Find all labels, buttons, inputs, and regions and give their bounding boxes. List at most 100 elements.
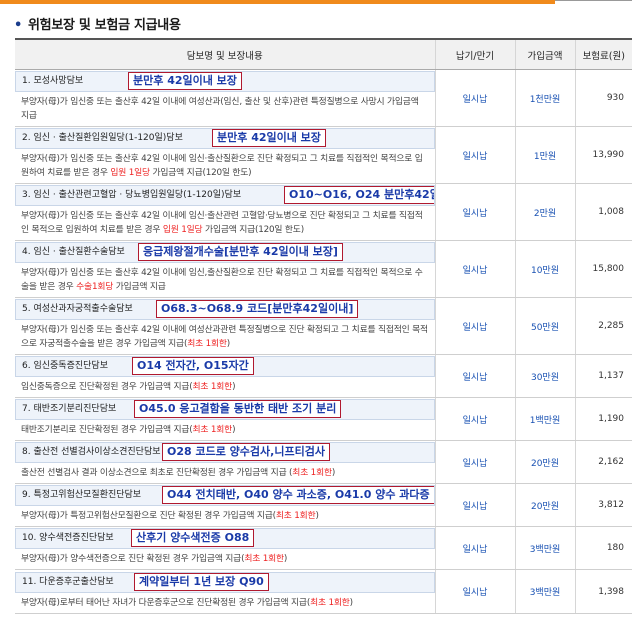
amount-cell: 1만원 <box>514 126 575 184</box>
coverage-name: 5. 여성산과자궁적출수술담보 O68.3~O68.9 코드[분만후42일이내] <box>15 299 435 320</box>
coverage-cell: 11. 다운증후군출산담보 계약일부터 1년 보장 Q90 부양자(母)로부터 태어… <box>15 569 435 614</box>
coverage-name: 2. 임신 · 출산질환입원일당(1-120일)담보 분만후 42일이내 보장 <box>15 128 435 149</box>
term-cell: 일시납 <box>434 569 515 614</box>
coverage-name: 10. 양수색전증진단담보 산후기 양수색전증 O88 <box>15 528 435 549</box>
coverage-cell: 6. 임신중독증진단담보 O14 전자간, O15자간 임신중독증으로 진단확정된 … <box>15 354 435 398</box>
coverage-description: 출산전 선별검사 결과 이상소견으로 최초로 진단확정된 경우 가입금액 지급 … <box>15 463 435 483</box>
coverage-name: 8. 출산전 선별검사이상소견진단담보 O28 코드로 양수검사,니프티검사 <box>15 442 435 463</box>
highlight-text: 최초 1회한 <box>244 554 284 564</box>
coverage-description: 부양자(母)가 특정고위험산모질환으로 진단 확정된 경우 가입금액 지급(최초… <box>15 506 435 526</box>
amount-cell: 10만원 <box>514 240 575 298</box>
coverage-note-overlay: O10~O16, O24 분만후42일이내 <box>284 186 434 204</box>
header-amount: 가입금액 <box>514 38 575 70</box>
highlight-text: 최초 1회한 <box>192 425 233 435</box>
table-row: 5. 여성산과자궁적출수술담보 O68.3~O68.9 코드[분만후42일이내] 부… <box>15 297 632 355</box>
coverage-name: 7. 태반조기분리진단담보 O45.0 응고결함을 동반한 태반 조기 분리 <box>15 399 435 420</box>
coverage-note-overlay: 응급제왕절개수술[분만후 42일이내 보장] <box>138 243 343 261</box>
coverage-name-text: 10. 양수색전증진단담보 <box>22 533 114 543</box>
amount-cell: 20만원 <box>514 440 575 484</box>
coverage-description: 부양자(母)가 양수색전증으로 진단 확정된 경우 가입금액 지급(최초 1회한… <box>15 549 435 569</box>
highlight-text: 최초 1회한 <box>192 382 233 392</box>
term-cell: 일시납 <box>434 354 515 398</box>
term-cell: 일시납 <box>434 183 515 241</box>
amount-cell: 20만원 <box>514 483 575 527</box>
coverage-cell: 3. 임신 · 출산관련고혈압 · 당뇨병입원일당(1-120일)담보 O10~O… <box>15 183 435 241</box>
amount-cell: 1백만원 <box>514 397 575 441</box>
premium-cell: 1,008 <box>574 183 632 241</box>
description-text: 부양자(母)가 양수색전증으로 진단 확정된 경우 가입금액 지급( <box>21 554 245 564</box>
premium-cell: 2,285 <box>574 297 632 355</box>
highlight-text: 입원 1일당 <box>162 225 203 235</box>
amount-cell: 30만원 <box>514 354 575 398</box>
description-text: ) <box>331 468 336 478</box>
coverage-name: 9. 특정고위험산모질환진단담보 O44 전치태반, O40 양수 과소증, O4… <box>15 485 435 506</box>
coverage-description: 부양자(母)가 임신중 또는 출산후 42일 이내에 임신·출산관련 고혈압·당… <box>15 206 435 240</box>
description-text: 가입금액 지급(120일 한도) <box>149 168 252 178</box>
section-title: • 위험보장 및 보험금 지급내용 <box>14 14 181 33</box>
highlight-text: 최초 1회한 <box>187 339 227 349</box>
premium-cell: 1,190 <box>574 397 632 441</box>
amount-cell: 50만원 <box>514 297 575 355</box>
coverage-cell: 1. 모성사망담보 분만후 42일이내 보장부양자(母)가 임신중 또는 출산후 … <box>15 69 435 127</box>
premium-cell: 3,812 <box>574 483 632 527</box>
coverage-name-text: 5. 여성산과자궁적출수술담보 <box>22 304 133 314</box>
coverage-description: 부양자(母)가 임신중 또는 출산후 42일 이내에 여성산과관련 특정질병으로… <box>15 320 435 354</box>
coverage-note-overlay: 산후기 양수색전증 O88 <box>131 529 255 547</box>
header-premium: 보험료(원) <box>574 38 632 70</box>
premium-cell: 2,162 <box>574 440 632 484</box>
term-cell: 일시납 <box>434 483 515 527</box>
coverage-name-text: 11. 다운증후군출산담보 <box>22 576 114 587</box>
table-row: 4. 임신 · 출산질환수술담보 응급제왕절개수술[분만후 42일이내 보장] 부양… <box>15 240 632 298</box>
top-accent-bar <box>0 0 632 4</box>
amount-cell: 2만원 <box>514 183 575 241</box>
table-row: 6. 임신중독증진단담보 O14 전자간, O15자간 임신중독증으로 진단확정된 … <box>15 354 632 398</box>
description-text: 부양자(母)가 특정고위험산모질환으로 진단 확정된 경우 가입금액 지급( <box>21 511 276 521</box>
premium-cell: 1,398 <box>574 569 632 614</box>
coverage-cell: 9. 특정고위험산모질환진단담보 O44 전치태반, O40 양수 과소증, O4… <box>15 483 435 527</box>
highlight-text: 최초 1회한 <box>292 468 332 478</box>
coverage-name-text: 3. 임신 · 출산관련고혈압 · 당뇨병입원일당(1-120일)담보 <box>22 190 242 200</box>
coverage-name-text: 8. 출산전 선별검사이상소견진단담보 <box>22 447 161 457</box>
coverage-name-text: 9. 특정고위험산모질환진단담보 <box>22 490 142 500</box>
coverage-name: 3. 임신 · 출산관련고혈압 · 당뇨병입원일당(1-120일)담보 O10~O… <box>15 185 435 206</box>
description-text: ) <box>349 597 353 608</box>
table-row: 9. 특정고위험산모질환진단담보 O44 전치태반, O40 양수 과소증, O4… <box>15 483 632 527</box>
table-row: 1. 모성사망담보 분만후 42일이내 보장부양자(母)가 임신중 또는 출산후 … <box>15 69 632 127</box>
premium-cell: 13,990 <box>574 126 632 184</box>
coverage-cell: 2. 임신 · 출산질환입원일당(1-120일)담보 분만후 42일이내 보장 부양… <box>15 126 435 184</box>
description-text: 부양자(母)가 임신중 또는 출산후 42일 이내에 여성산과(임신, 출산 및… <box>21 97 419 121</box>
term-cell: 일시납 <box>434 526 515 570</box>
description-text: 가입금액 지급 <box>113 282 166 292</box>
coverage-name: 4. 임신 · 출산질환수술담보 응급제왕절개수술[분만후 42일이내 보장] <box>15 242 435 263</box>
table-row: 7. 태반조기분리진단담보 O45.0 응고결함을 동반한 태반 조기 분리 태반조… <box>15 397 632 441</box>
amount-cell: 1천만원 <box>514 69 575 127</box>
table-row: 11. 다운증후군출산담보 계약일부터 1년 보장 Q90 부양자(母)로부터 태어… <box>15 569 632 614</box>
table-row: 10. 양수색전증진단담보 산후기 양수색전증 O88 부양자(母)가 양수색전증으… <box>15 526 632 570</box>
coverage-name-text: 6. 임신중독증진단담보 <box>22 361 108 371</box>
coverage-note-overlay: O28 코드로 양수검사,니프티검사 <box>162 443 330 461</box>
coverage-description: 부양자(母)가 임신중 또는 출산후 42일 이내에 임신·출산질환으로 진단 … <box>15 149 435 183</box>
coverage-cell: 7. 태반조기분리진단담보 O45.0 응고결함을 동반한 태반 조기 분리 태반조… <box>15 397 435 441</box>
description-text: ) <box>315 511 319 521</box>
premium-cell: 1,137 <box>574 354 632 398</box>
term-cell: 일시납 <box>434 440 515 484</box>
table-header-row: 담보명 및 보장내용 납기/만기 가입금액 보험료(원) <box>15 38 632 70</box>
coverage-cell: 10. 양수색전증진단담보 산후기 양수색전증 O88 부양자(母)가 양수색전증으… <box>15 526 435 570</box>
coverage-note-overlay: O14 전자간, O15자간 <box>132 357 254 375</box>
bullet-icon: • <box>14 18 23 33</box>
description-text: ) <box>232 382 236 392</box>
coverage-description: 부양자(母)가 임신중 또는 출산후 42일 이내에 여성산과(임신, 출산 및… <box>15 92 435 126</box>
term-cell: 일시납 <box>434 240 515 298</box>
coverage-name: 1. 모성사망담보 분만후 42일이내 보장 <box>15 71 435 92</box>
term-cell: 일시납 <box>434 297 515 355</box>
table-row: 3. 임신 · 출산관련고혈압 · 당뇨병입원일당(1-120일)담보 O10~O… <box>15 183 632 241</box>
coverage-name: 6. 임신중독증진단담보 O14 전자간, O15자간 <box>15 356 435 377</box>
amount-cell: 3백만원 <box>514 569 575 614</box>
coverage-description: 태반조기분리로 진단확정된 경우 가입금액 지급(최초 1회한) <box>15 420 435 440</box>
coverage-note-overlay: 계약일부터 1년 보장 Q90 <box>134 572 269 591</box>
coverage-name-text: 2. 임신 · 출산질환입원일당(1-120일)담보 <box>22 133 183 143</box>
description-text: ) <box>232 425 236 435</box>
coverage-cell: 8. 출산전 선별검사이상소견진단담보 O28 코드로 양수검사,니프티검사 출산전… <box>15 440 435 484</box>
coverage-name-text: 7. 태반조기분리진단담보 <box>22 404 117 414</box>
coverage-name-text: 1. 모성사망담보 <box>22 76 84 86</box>
